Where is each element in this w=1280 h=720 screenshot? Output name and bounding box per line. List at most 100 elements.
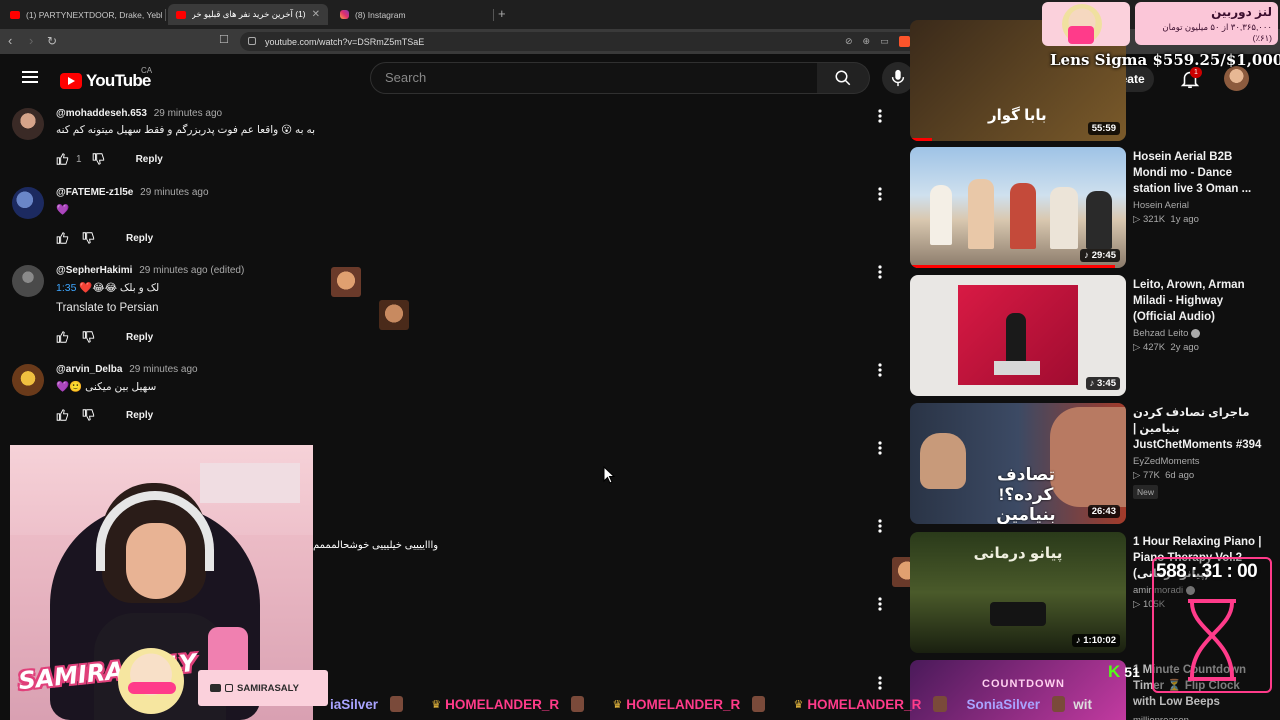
menu-icon[interactable] bbox=[22, 71, 38, 83]
video-duration: 55:59 bbox=[1087, 122, 1120, 135]
bookmark-icon[interactable]: ☐ bbox=[219, 33, 229, 46]
channel-name[interactable]: EyZedMoments bbox=[1133, 456, 1263, 467]
subathon-timer-text: 588 : 31 : 00 bbox=[1156, 561, 1258, 582]
comment-item: @SepherHakimi 29 minutes ago (edited) لک… bbox=[12, 265, 892, 347]
forward-arrow-icon[interactable]: › bbox=[29, 33, 33, 49]
event-ticker: iaSilver ♛ HOMELANDER_R ♛ HOMELANDER_R ♛… bbox=[0, 692, 1100, 716]
video-thumbnail[interactable]: ♪ 3:45 bbox=[910, 275, 1126, 396]
video-title[interactable]: ماجرای تصادف کردن بنیامین | JustChetMome… bbox=[1133, 405, 1263, 453]
browser-tab-1[interactable]: (1) PARTYNEXTDOOR, Drake, Yebba bbox=[2, 4, 162, 25]
comment-time[interactable]: 29 minutes ago bbox=[140, 187, 208, 198]
reload-icon[interactable]: ↻ bbox=[47, 33, 57, 49]
comment-time[interactable]: 29 minutes ago bbox=[129, 364, 197, 375]
comment-header: @arvin_Delba 29 minutes ago bbox=[56, 364, 198, 375]
comment-avatar[interactable] bbox=[12, 364, 44, 396]
search-input[interactable]: Search bbox=[370, 62, 818, 94]
kick-viewer-badge: K 51 bbox=[1108, 662, 1140, 682]
search-button[interactable] bbox=[817, 62, 870, 94]
comment-more-icon[interactable] bbox=[878, 519, 882, 533]
tab-label: (8) Instagram bbox=[355, 9, 406, 20]
tracking-blocked-icon[interactable]: ⊘ bbox=[845, 36, 853, 47]
like-icon[interactable] bbox=[56, 152, 70, 166]
comment-avatar[interactable] bbox=[12, 187, 44, 219]
youtube-logo[interactable]: YouTube bbox=[60, 71, 151, 91]
like-icon[interactable] bbox=[56, 231, 70, 245]
ticker-name: HOMELANDER_R bbox=[445, 696, 560, 712]
comment-avatar[interactable] bbox=[12, 265, 44, 297]
screen-share-icon[interactable]: ▭ bbox=[880, 36, 889, 47]
thumbnail-text: تصادف کرده؟! بنیامین bbox=[996, 465, 1056, 524]
new-tab-plus-icon[interactable]: + bbox=[498, 6, 506, 21]
back-arrow-icon[interactable]: ‹ bbox=[8, 33, 12, 49]
video-age: 1y ago bbox=[1170, 214, 1199, 225]
video-duration: ♪ 3:45 bbox=[1085, 377, 1120, 390]
comment-avatar[interactable] bbox=[12, 108, 44, 140]
comment-author[interactable]: @mohaddeseh.653 bbox=[56, 108, 147, 119]
browser-tab-3[interactable]: (8) Instagram bbox=[332, 4, 492, 25]
youtube-favicon-icon bbox=[176, 10, 186, 19]
piano-shape bbox=[990, 602, 1046, 626]
related-video[interactable]: ♪ 29:45 Hosein Aerial B2B Mondi mo - Dan… bbox=[910, 147, 1270, 268]
video-title[interactable]: Leito, Arown, Arman Miladi - Highway (Of… bbox=[1133, 277, 1263, 325]
comment-more-icon[interactable] bbox=[878, 363, 882, 377]
reply-button[interactable]: Reply bbox=[136, 154, 163, 165]
lens-goal-progress: ۳۰,۳۶۵,۰۰۰ از ۵۰ میلیون تومان (۶۱٪) bbox=[1162, 22, 1272, 43]
video-title[interactable]: Hosein Aerial B2B Mondi mo - Dance stati… bbox=[1133, 149, 1263, 197]
comment-more-icon[interactable] bbox=[878, 109, 882, 123]
ticker-emote-icon bbox=[1052, 696, 1066, 712]
comment-more-icon[interactable] bbox=[878, 597, 882, 611]
thumbnail-figure bbox=[1006, 313, 1026, 363]
comment-header: @SepherHakimi 29 minutes ago (edited) bbox=[56, 265, 244, 276]
comment-more-icon[interactable] bbox=[878, 187, 882, 201]
like-icon[interactable] bbox=[56, 408, 70, 422]
channel-name[interactable]: Behzad Leito bbox=[1133, 328, 1263, 339]
reply-button[interactable]: Reply bbox=[126, 410, 153, 421]
related-video[interactable]: ♪ 3:45 Leito, Arown, Arman Miladi - High… bbox=[910, 275, 1270, 396]
comment-item: @FATEME-z1l5e 29 minutes ago 💜 Reply bbox=[12, 187, 892, 251]
comment-more-icon[interactable] bbox=[878, 676, 882, 690]
site-info-icon[interactable] bbox=[248, 37, 256, 45]
browser-tab-2-active[interactable]: (1) آخرین خرید نفر های قبلیو خرید ✕ bbox=[168, 4, 328, 25]
dislike-icon[interactable] bbox=[92, 152, 106, 166]
video-age: 6d ago bbox=[1165, 470, 1195, 481]
comment-author[interactable]: @arvin_Delba bbox=[56, 364, 122, 375]
tab-label: (1) PARTYNEXTDOOR, Drake, Yebba bbox=[26, 9, 162, 20]
comment-time[interactable]: 29 minutes ago (edited) bbox=[139, 265, 244, 276]
duration-value: 3:45 bbox=[1096, 378, 1116, 389]
translate-link[interactable]: Translate to Persian bbox=[56, 302, 158, 314]
watch-progress bbox=[910, 265, 1116, 268]
comment-timestamp-link[interactable]: 1:35 bbox=[56, 282, 76, 294]
comment-actions: Reply bbox=[56, 408, 153, 422]
video-thumbnail[interactable]: تصادف کرده؟! بنیامین 26:43 bbox=[910, 403, 1126, 524]
video-duration: 26:43 bbox=[1087, 505, 1120, 518]
comment-more-icon[interactable] bbox=[878, 265, 882, 279]
video-age: 2y ago bbox=[1170, 342, 1199, 353]
video-thumbnail[interactable]: پیانو درمانی ♪ 1:10:02 bbox=[910, 532, 1126, 653]
thumbnail-figure bbox=[968, 179, 994, 249]
dislike-icon[interactable] bbox=[82, 330, 96, 344]
zoom-icon[interactable]: ⊕ bbox=[863, 36, 871, 47]
tab-separator bbox=[165, 9, 166, 21]
comment-header: @FATEME-z1l5e 29 minutes ago bbox=[56, 187, 209, 198]
brave-shields-icon[interactable] bbox=[898, 36, 910, 47]
channel-name[interactable]: Hosein Aerial bbox=[1133, 200, 1263, 211]
related-video[interactable]: تصادف کرده؟! بنیامین 26:43 ماجرای تصادف … bbox=[910, 403, 1270, 524]
comment-text: 💜 bbox=[56, 204, 70, 216]
reply-button[interactable]: Reply bbox=[126, 332, 153, 343]
dislike-icon[interactable] bbox=[82, 408, 96, 422]
video-thumbnail[interactable]: ♪ 29:45 bbox=[910, 147, 1126, 268]
comment-author[interactable]: @SepherHakimi bbox=[56, 265, 132, 276]
channel-name[interactable]: millionreason bbox=[1133, 715, 1263, 720]
video-info: Leito, Arown, Arman Miladi - Highway (Of… bbox=[1133, 277, 1263, 353]
comment-more-icon[interactable] bbox=[878, 441, 882, 455]
view-count: 321K bbox=[1142, 214, 1166, 225]
like-icon[interactable] bbox=[56, 330, 70, 344]
tab-close-icon[interactable]: ✕ bbox=[312, 9, 320, 20]
youtube-play-icon bbox=[60, 73, 82, 89]
comment-time[interactable]: 29 minutes ago bbox=[154, 108, 222, 119]
dislike-icon[interactable] bbox=[82, 231, 96, 245]
comment-author[interactable]: @FATEME-z1l5e bbox=[56, 187, 133, 198]
reply-button[interactable]: Reply bbox=[126, 233, 153, 244]
video-duration: ♪ 29:45 bbox=[1080, 249, 1120, 262]
ticker-name: HOMELANDER_R bbox=[807, 696, 922, 712]
